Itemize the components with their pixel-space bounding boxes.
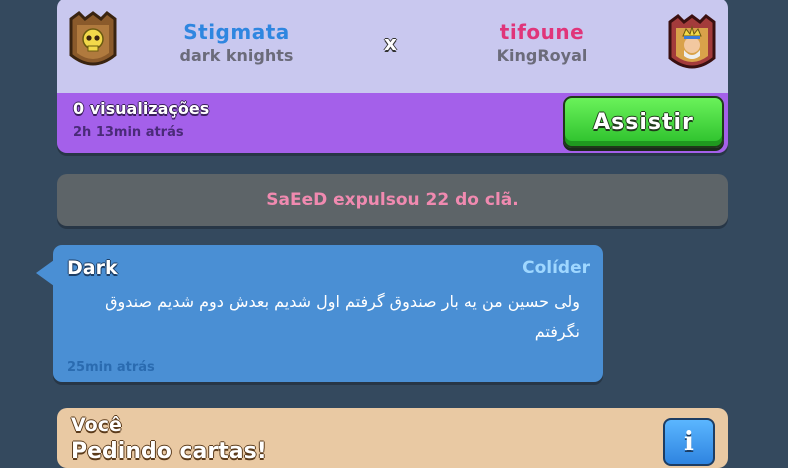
versus-label: x [384, 31, 397, 55]
chat-timestamp: 25min atrás [67, 360, 155, 375]
battle-replay-card: Stigmata dark knights x tifoune KingRoya… [57, 0, 728, 153]
chat-message-bubble: Dark Colíder ولی حسین من یه بار صندوق گر… [53, 245, 603, 382]
king-clan-badge-icon [666, 14, 718, 74]
watch-button[interactable]: Assistir [563, 96, 724, 148]
chat-message-text: ولی حسین من یه بار صندوق گرفتم اول شدیم … [105, 292, 580, 341]
system-message: SaEeD expulsou 22 do clã. [57, 174, 728, 226]
chat-sender-name[interactable]: Dark [67, 257, 118, 279]
views-count: 0 visualizações [73, 99, 210, 118]
player1-name[interactable]: Stigmata [149, 20, 324, 44]
player1-clan[interactable]: dark knights [149, 46, 324, 65]
skull-clan-badge-icon [67, 11, 119, 71]
request-owner: Você [71, 414, 122, 436]
chat-sender-role: Colíder [522, 258, 590, 278]
request-text: Pedindo cartas! [71, 439, 267, 464]
card-request-card: Você Pedindo cartas! i [57, 408, 728, 468]
battle-timestamp: 2h 13min atrás [73, 125, 184, 140]
player2-clan[interactable]: KingRoyal [457, 46, 627, 65]
battle-players-area: Stigmata dark knights x tifoune KingRoya… [57, 0, 728, 93]
chat-bubble-tail [36, 260, 54, 286]
info-icon[interactable]: i [663, 418, 715, 466]
player2-name[interactable]: tifoune [457, 20, 627, 44]
